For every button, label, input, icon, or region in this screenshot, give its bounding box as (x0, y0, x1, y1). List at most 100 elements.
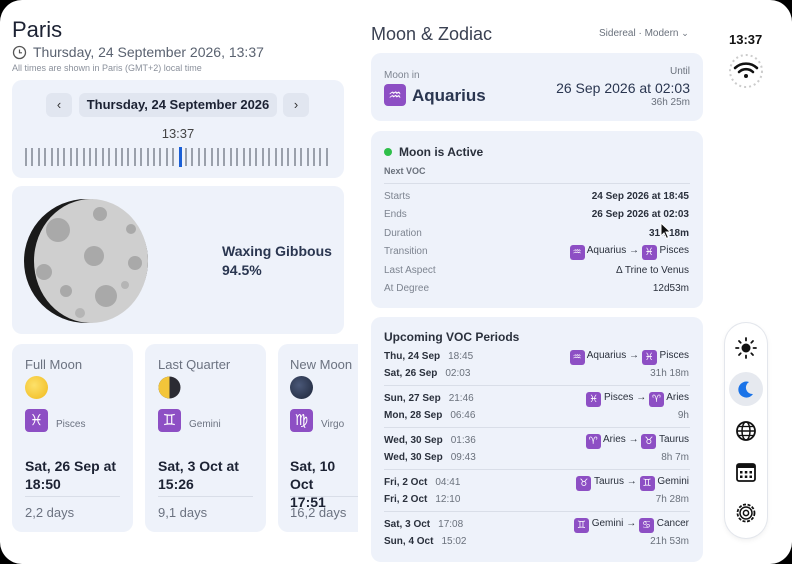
gemini-icon: ♊ (158, 409, 181, 432)
time-tick (172, 148, 175, 166)
full-moon-card[interactable] (12, 344, 133, 532)
time-tick (274, 148, 277, 166)
arrow-right-icon: → (636, 392, 647, 403)
aquarius-icon: ♒ (569, 245, 585, 260)
next-voc-label: Next VOC (384, 166, 426, 176)
chevron-left-icon: ‹ (56, 97, 62, 112)
status-dot-icon (384, 148, 392, 156)
time-tick (255, 148, 258, 166)
time-tick (44, 148, 47, 166)
period-transition: ♉ Taurus → ♊ Gemini (576, 476, 689, 491)
time-tick (76, 148, 79, 166)
period-start: Sun, 27 Sep 21:46 (384, 393, 474, 404)
time-tick (25, 148, 27, 166)
time-tick (159, 148, 162, 166)
upcoming-title: Upcoming VOC Periods (384, 330, 520, 344)
period-duration: 21h 53m (650, 536, 689, 547)
moon-sign: Aquarius (412, 86, 486, 105)
zodiac-icon: ♉ (641, 434, 657, 449)
voc-ends: 26 Sep 2026 at 02:03 (591, 209, 689, 220)
time-tick (133, 148, 136, 166)
time-tick (325, 148, 328, 166)
time-tick (287, 148, 290, 166)
period-transition: ♓ Pisces → ♈ Aries (586, 392, 689, 407)
header-datetime: Thursday, 24 September 2026, 13:37 (33, 44, 264, 60)
time-tick (293, 148, 296, 166)
time-tick (127, 148, 130, 166)
phase-duration: 2,2 days (25, 505, 75, 520)
last-quarter-card[interactable] (145, 344, 266, 532)
calendar-icon (736, 463, 756, 482)
divider (384, 183, 690, 184)
time-tick (236, 148, 239, 166)
time-tick (89, 148, 91, 166)
until-label: Until (669, 66, 690, 77)
period-end: Sat, 26 Sep 02:03 (384, 368, 471, 379)
arrow-right-icon: → (628, 245, 639, 256)
sun-button[interactable] (729, 331, 763, 365)
period-duration: 9h (677, 410, 689, 421)
voc-starts: 24 Sep 2026 at 18:45 (591, 191, 689, 202)
illumination-value: 94.5% (222, 262, 262, 278)
divider (384, 469, 690, 470)
full-moon-icon (25, 376, 48, 399)
period-end: Wed, 30 Sep 09:43 (384, 452, 476, 463)
time-tick (313, 148, 315, 166)
until-value: 26 Sep 2026 at 02:03 (556, 80, 690, 96)
zodiac-mode-select[interactable]: Sidereal · Modern ⌄ (599, 28, 689, 39)
time-tick (210, 148, 213, 166)
time-tick (300, 148, 303, 166)
time-tick (37, 148, 40, 166)
sun-icon (735, 337, 757, 359)
time-tick (165, 148, 168, 166)
time-tick (121, 148, 123, 166)
calendar-button[interactable] (729, 455, 763, 489)
time-tick (95, 148, 98, 166)
date-picker-button[interactable]: Thursday, 24 September 2026 (79, 93, 277, 117)
row-label: Duration (384, 228, 422, 239)
new-moon-card-clip: New Moon ♍ Virgo Sat, 10 Oct 17:51 16,2 d… (278, 344, 358, 532)
time-tick (108, 148, 111, 166)
phase-label: Full Moon (25, 357, 83, 372)
phase-duration: 16,2 days (290, 505, 347, 520)
arrow-right-icon: → (626, 518, 637, 529)
next-day-button[interactable]: › (283, 93, 309, 117)
zodiac-icon: ♊ (639, 476, 655, 491)
clock-globe-icon (12, 45, 27, 60)
period-duration: 31h 18m (650, 368, 689, 379)
zodiac-icon: ♈ (585, 434, 601, 449)
period-start: Wed, 30 Sep 01:36 (384, 435, 476, 446)
divider (384, 427, 690, 428)
moon-icon (738, 381, 753, 398)
time-tick (197, 148, 200, 166)
app-window: Paris Thursday, 24 September 2026, 13:37… (0, 0, 792, 564)
phase-label: Last Quarter (158, 357, 231, 372)
globe-icon (736, 421, 756, 441)
globe-button[interactable] (729, 414, 763, 448)
city-title: Paris (12, 17, 63, 42)
period-transition: ♒ Aquarius → ♓ Pisces (569, 350, 689, 365)
divider (25, 496, 120, 497)
time-tick (281, 148, 283, 166)
row-label: Starts (384, 191, 411, 202)
prev-day-button[interactable]: ‹ (46, 93, 72, 117)
phase-sign: Virgo (321, 419, 345, 430)
settings-button[interactable] (729, 496, 763, 530)
time-tick (268, 148, 271, 166)
time-tick (204, 148, 207, 166)
phase-date: Sat, 10 Oct 17:51 (290, 458, 336, 510)
voc-last-aspect: Δ Trine to Venus (615, 265, 689, 276)
phase-sign: Pisces (56, 419, 86, 430)
voc-at-degree: 12d53m (652, 283, 689, 294)
pisces-icon: ♓ (25, 409, 48, 432)
moon-button[interactable] (729, 372, 763, 406)
time-tick (229, 148, 232, 166)
period-start: Sat, 3 Oct 17:08 (384, 519, 464, 530)
time-tick (31, 148, 34, 166)
time-tick (217, 148, 219, 166)
aquarius-icon: ♒ (384, 84, 406, 106)
time-tick (185, 148, 187, 166)
time-tick (191, 148, 194, 166)
phase-date: Sat, 26 Sep at 18:50 (25, 458, 117, 492)
period-start: Fri, 2 Oct 04:41 (384, 477, 461, 488)
